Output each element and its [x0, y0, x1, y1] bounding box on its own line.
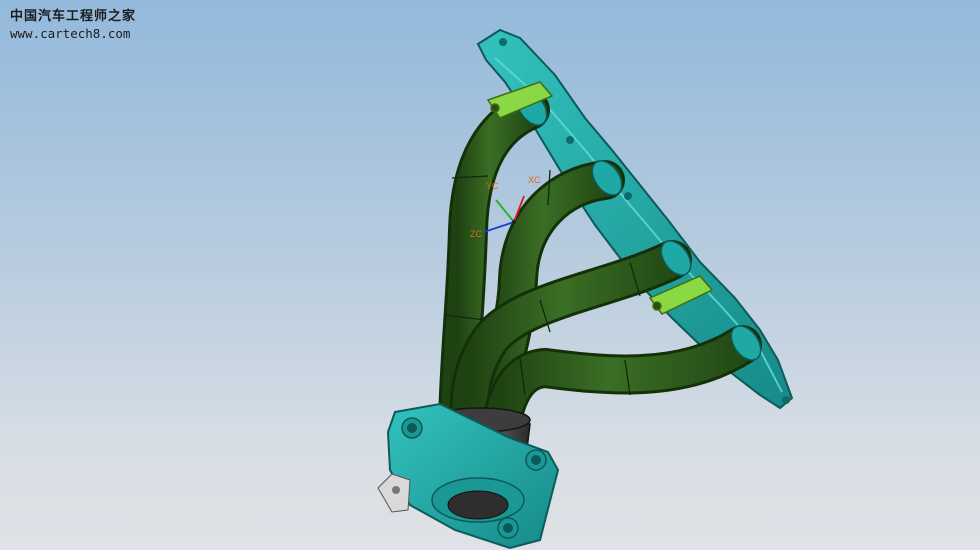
watermark-url: www.cartech8.com [10, 26, 131, 41]
x-axis-label: XC [528, 175, 541, 185]
y-axis-line [495, 199, 515, 223]
outlet-tab [377, 473, 411, 513]
watermark-title: 中国汽车工程师之家 [10, 9, 137, 24]
cad-viewport[interactable]: XC YC ZC [0, 0, 980, 550]
z-axis-label: ZC [470, 229, 482, 239]
outlet-flange [386, 402, 560, 550]
y-axis-label: YC [486, 181, 499, 191]
watermark: 中国汽车工程师之家 www.cartech8.com [10, 8, 136, 42]
